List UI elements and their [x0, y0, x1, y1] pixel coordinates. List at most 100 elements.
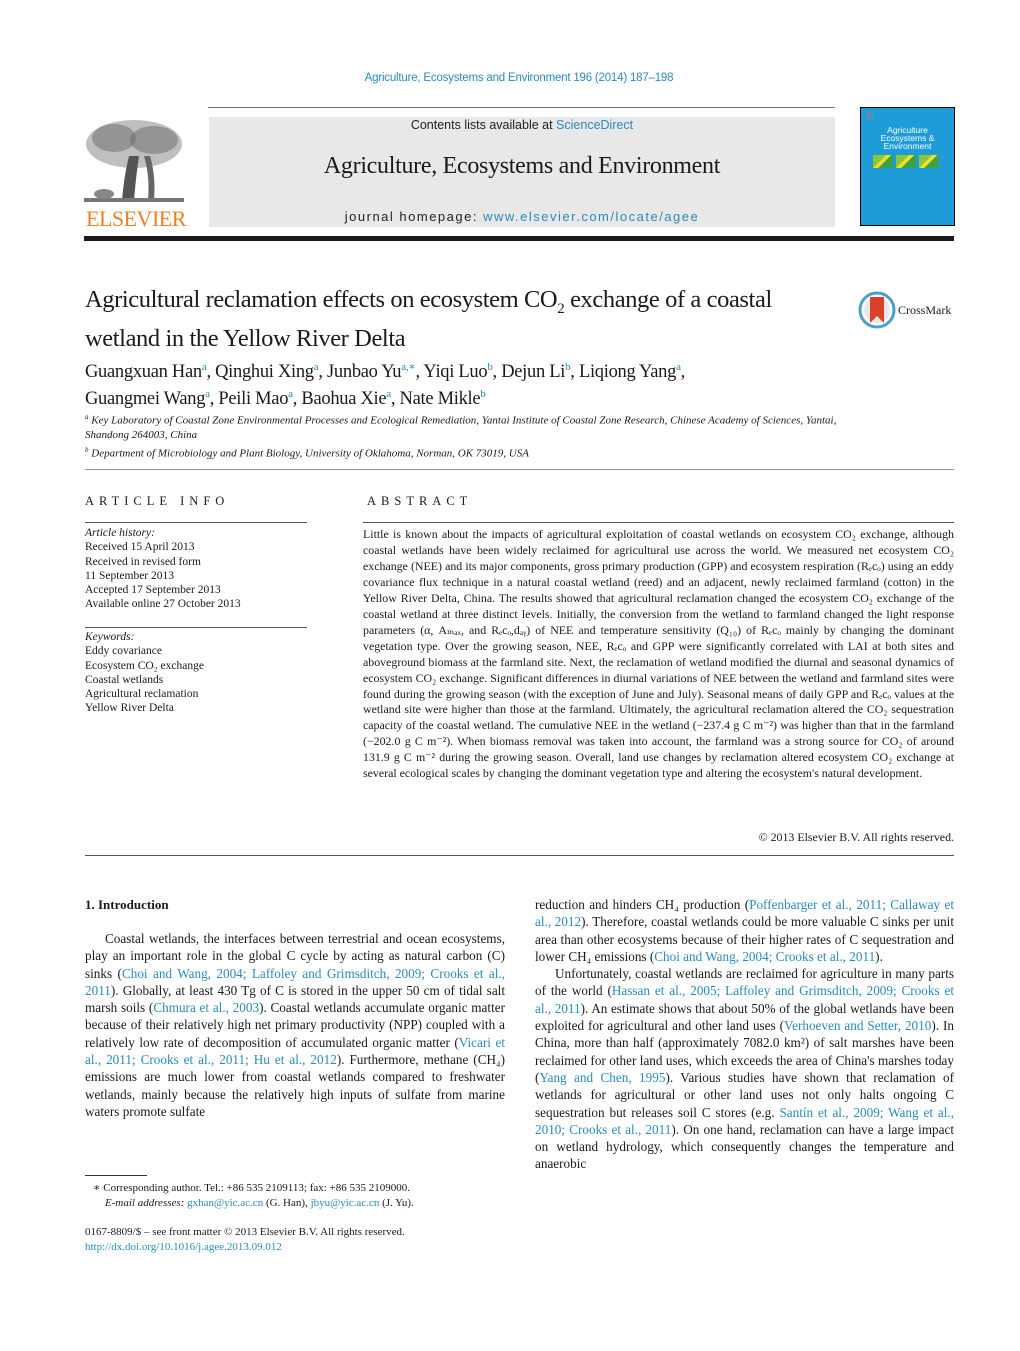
email-link-yu[interactable]: jbyu@yic.ac.cn: [311, 1197, 380, 1209]
abstract-heading: ABSTRACT: [367, 494, 473, 508]
keyword-item: Eddy covariance: [85, 645, 162, 658]
author-name: Guangmei Wang: [85, 389, 206, 410]
contents-line: Contents lists available at ScienceDirec…: [209, 118, 835, 132]
history-item: 11 September 2013: [85, 569, 175, 582]
affiliation-b: b Department of Microbiology and Plant B…: [85, 443, 845, 461]
crossmark-label: CrossMark: [898, 303, 952, 317]
journal-homepage-link[interactable]: www.elsevier.com/locate/agee: [483, 209, 699, 224]
keyword-item: Coastal wetlands: [85, 673, 164, 686]
citation-link[interactable]: Choi and Wang, 2004; Crooks et al., 2011: [654, 949, 875, 964]
history-item: Received 15 April 2013: [85, 541, 195, 554]
affiliations: a Key Laboratory of Coastal Zone Environ…: [85, 410, 845, 461]
keywords-label: Keywords:: [85, 631, 135, 643]
abstract-text: Little is known about the impacts of agr…: [363, 527, 954, 781]
crossmark-icon: [858, 291, 896, 329]
author-name: Dejun Li: [501, 362, 566, 383]
author-affiliation-link[interactable]: b: [480, 388, 486, 400]
body-column-left: Coastal wetlands, the interfaces between…: [85, 930, 505, 1120]
body-paragraph: reduction and hinders CH₄ production (Po…: [535, 896, 954, 965]
citation-link[interactable]: Yang and Chen, 1995: [539, 1070, 665, 1085]
keyword-item: Agricultural reclamation: [85, 688, 199, 701]
cover-title: Agriculture Ecosystems & Environment: [880, 125, 935, 151]
header-divider: [208, 107, 835, 108]
history-item: Received in revised form: [85, 555, 201, 568]
keywords-divider: [85, 627, 307, 628]
author-list: Guangxuan Hana, Qinghui Xinga, Junbao Yu…: [85, 361, 685, 410]
affiliation-mark: b: [85, 445, 89, 454]
cover-tile: [873, 155, 893, 168]
affiliation-text: Department of Microbiology and Plant Bio…: [91, 447, 529, 460]
author-name: Qinghui Xing: [215, 362, 314, 383]
body-paragraph: Unfortunately, coastal wetlands are recl…: [535, 965, 954, 1173]
elsevier-tree-icon: [84, 116, 184, 204]
affiliation-text: Key Laboratory of Coastal Zone Environme…: [85, 414, 837, 442]
author-affiliation-link[interactable]: a: [288, 388, 293, 400]
crossmark-badge[interactable]: CrossMark: [858, 291, 958, 331]
email-line: E-mail addresses: gxhan@yic.ac.cn (G. Ha…: [93, 1196, 523, 1211]
author-affiliation-link[interactable]: a: [676, 361, 681, 373]
author-affiliation-link[interactable]: b: [487, 361, 493, 373]
cover-tile: [919, 155, 939, 168]
body-paragraph: Coastal wetlands, the interfaces between…: [85, 930, 505, 1120]
keywords: Keywords: Eddy covariance Ecosystem CO₂ …: [85, 630, 307, 716]
contents-prefix: Contents lists available at: [410, 118, 557, 132]
elsevier-wordmark: ELSEVIER: [86, 206, 186, 231]
history-item: Available online 27 October 2013: [85, 598, 241, 611]
author-name: Nate Mikle: [399, 389, 481, 410]
body-text: reduction and hinders CH₄ production (: [535, 897, 750, 912]
article-history: Article history: Received 15 April 2013 …: [85, 526, 307, 612]
doi-link[interactable]: http://dx.doi.org/10.1016/j.agee.2013.09…: [85, 1241, 282, 1253]
cover-artwork: [873, 155, 939, 168]
author-affiliation-link[interactable]: a: [202, 361, 207, 373]
section-heading-introduction: 1. Introduction: [85, 897, 169, 912]
issn-line: 0167-8809/$ – see front matter © 2013 El…: [85, 1226, 405, 1238]
keyword-item: Yellow River Delta: [85, 702, 174, 715]
email-owner: (J. Yu).: [379, 1197, 414, 1209]
journal-citation-link[interactable]: Agriculture, Ecosystems and Environment …: [0, 72, 1020, 84]
keyword-item: Ecosystem CO₂ exchange: [85, 659, 204, 672]
homepage-line: journal homepage: www.elsevier.com/locat…: [209, 209, 835, 224]
author-affiliation-link[interactable]: a: [386, 388, 391, 400]
author-name: Guangxuan Han: [85, 362, 202, 383]
citation-link[interactable]: Chmura et al., 2003: [153, 1000, 259, 1015]
author-name: Junbao Yu: [327, 362, 402, 383]
body-column-right: reduction and hinders CH₄ production (Po…: [535, 896, 954, 1173]
elsevier-logo[interactable]: ELSEVIER: [84, 116, 186, 231]
author-affiliation-link[interactable]: b: [565, 361, 571, 373]
title-text: Agricultural reclamation effects on ecos…: [85, 286, 558, 313]
corresponding-author-footnote: ∗ Corresponding author. Tel.: +86 535 21…: [85, 1181, 523, 1211]
sciencedirect-link[interactable]: ScienceDirect: [556, 118, 633, 132]
abstract-copyright: © 2013 Elsevier B.V. All rights reserved…: [758, 830, 954, 844]
cover-publisher-mark: [866, 112, 873, 119]
history-label: Article history:: [85, 527, 155, 539]
citation-link[interactable]: Verhoeven and Setter, 2010: [784, 1018, 931, 1033]
body-text: ).: [875, 948, 883, 964]
homepage-prefix: journal homepage:: [344, 209, 484, 224]
header-thick-divider: [84, 236, 954, 241]
author-affiliation-link[interactable]: a: [314, 361, 319, 373]
article-info-divider: [85, 522, 307, 523]
journal-name: Agriculture, Ecosystems and Environment: [323, 153, 721, 179]
cover-tile: [896, 155, 916, 168]
article-info-heading: ARTICLE INFO: [85, 494, 230, 508]
author-affiliation-link[interactable]: a: [205, 388, 210, 400]
author-name: Yiqi Luo: [423, 362, 488, 383]
author-name: Baohua Xie: [301, 389, 387, 410]
corresponding-author-line: ∗ Corresponding author. Tel.: +86 535 21…: [93, 1182, 411, 1194]
journal-cover-thumbnail[interactable]: Agriculture Ecosystems & Environment: [860, 107, 955, 226]
abstract-bottom-divider: [85, 855, 954, 856]
author-affiliation-link[interactable]: a,∗: [401, 361, 416, 373]
email-link-han[interactable]: gxhan@yic.ac.cn: [187, 1197, 263, 1209]
affiliation-a: a Key Laboratory of Coastal Zone Environ…: [85, 410, 845, 443]
email-owner: (G. Han),: [263, 1197, 311, 1209]
affiliations-divider: [85, 469, 954, 470]
footnote-divider: [85, 1175, 147, 1176]
author-name: Peili Mao: [218, 389, 289, 410]
history-item: Accepted 17 September 2013: [85, 584, 221, 597]
journal-masthead: Contents lists available at ScienceDirec…: [209, 117, 835, 227]
article-title: Agricultural reclamation effects on ecos…: [85, 285, 825, 354]
author-name: Liqiong Yang: [578, 362, 677, 383]
email-label: E-mail addresses:: [105, 1197, 188, 1209]
abstract-divider: [363, 522, 954, 523]
front-matter: 0167-8809/$ – see front matter © 2013 El…: [85, 1225, 525, 1255]
